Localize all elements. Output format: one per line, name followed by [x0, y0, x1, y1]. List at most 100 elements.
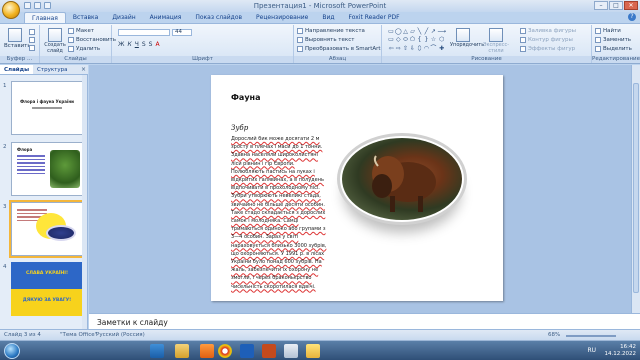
office-button[interactable] [2, 1, 20, 19]
slide-thumbnail-3[interactable] [9, 200, 85, 258]
tab-outline-pane[interactable]: Структура [33, 65, 71, 74]
bison-silhouette [372, 155, 436, 212]
maximize-button[interactable]: □ [609, 1, 623, 10]
close-button[interactable]: ✕ [624, 1, 638, 10]
ribbon-tabs: Главная Вставка Дизайн Анимация Показ сл… [24, 12, 407, 23]
delete-icon [68, 46, 74, 52]
delete-button[interactable]: Удалить [68, 46, 100, 52]
zoom-slider[interactable] [566, 335, 616, 337]
shape-fill-button[interactable]: Заливка фигуры [520, 28, 576, 34]
start-button[interactable] [4, 343, 20, 359]
shape-fill-icon [520, 28, 526, 34]
bold-button[interactable]: Ж [118, 41, 124, 48]
replace-icon [595, 37, 601, 43]
underline-button[interactable]: Ч [135, 41, 139, 48]
slide-number: 2 [3, 144, 7, 150]
current-slide[interactable]: Фауна Зубр Дорослий бик може досягати 2 … [211, 75, 503, 301]
font-style-buttons: Ж К Ч S S A [118, 41, 160, 48]
language-indicator[interactable]: RU [587, 347, 596, 354]
close-pane-icon[interactable]: × [81, 66, 86, 73]
strike-button[interactable]: S [142, 41, 146, 48]
slide-number: 3 [3, 204, 7, 210]
main-scrollbar[interactable] [631, 65, 640, 313]
font-group: 44 Ж К Ч S S A Шрифт [112, 25, 294, 63]
font-color-button[interactable]: A [155, 41, 159, 48]
slide-number: 4 [3, 264, 7, 270]
minimize-button[interactable]: – [594, 1, 608, 10]
media-player-icon[interactable] [200, 344, 214, 358]
tab-animation[interactable]: Анимация [143, 12, 189, 23]
new-slide-icon [48, 28, 62, 42]
find-button[interactable]: Найти [595, 28, 621, 34]
tab-design[interactable]: Дизайн [105, 12, 142, 23]
italic-button[interactable]: К [127, 41, 131, 48]
notes-pane[interactable]: Заметки к слайду [89, 313, 640, 329]
slide-thumbnail-1[interactable]: Флора і фауна України [11, 81, 83, 135]
tab-view[interactable]: Вид [315, 12, 341, 23]
tree-image [50, 150, 80, 188]
quick-styles-button[interactable]: Экспресс-стили [478, 28, 514, 54]
powerpoint-icon[interactable] [262, 344, 276, 358]
subtitle-line [32, 107, 62, 109]
tab-review[interactable]: Рецензирование [249, 12, 315, 23]
align-text-button[interactable]: Выровнять текст [297, 37, 354, 43]
tab-foxit[interactable]: Foxit Reader PDF [342, 12, 407, 23]
shape-outline-icon [520, 37, 526, 43]
shapes-gallery[interactable]: ▭ ◯ △ ▱ ╲ ╱ ↗ ⟶ ▭ ◇ ⬭ ⬠{} ☆ ⬡ ⇦ ⇨ ⇧ ⇩ ⬯ ◠ ⌒ ✚ [388, 28, 446, 53]
arrange-button[interactable]: Упорядочить [450, 28, 484, 48]
tab-slideshow[interactable]: Показ слайдов [188, 12, 249, 23]
slide-subheading[interactable]: Зубр [231, 124, 248, 132]
explorer-icon[interactable] [175, 344, 189, 358]
slides-group: Создать слайд Макет Восстановить Удалить… [40, 25, 116, 63]
select-icon [595, 46, 601, 52]
smartart-button[interactable]: Преобразовать в SmartArt [297, 46, 381, 52]
cut-icon[interactable] [29, 29, 35, 35]
language-status[interactable]: Русский (Россия) [96, 332, 145, 338]
ie-icon[interactable] [150, 344, 164, 358]
shape-effects-button[interactable]: Эффекты фигур [520, 46, 575, 52]
slide-editor: Фауна Зубр Дорослий бик може досягати 2 … [89, 65, 631, 313]
window-controls: – □ ✕ [594, 1, 638, 10]
slide-thumbnail-4[interactable]: СЛАВА УКРАЇНІ! ДЯКУЮ ЗА УВАГУ! [11, 262, 83, 316]
shape-effects-icon [520, 46, 526, 52]
reset-icon [68, 37, 74, 43]
thumbnails-scrollbar[interactable] [82, 75, 87, 329]
clipboard-group: Вставить Буфер ... [0, 25, 40, 63]
tab-slides-pane[interactable]: Слайды [0, 65, 34, 74]
theme-name: "Тема Office" [60, 332, 98, 338]
slide-thumbnail-2[interactable]: Флора [11, 142, 83, 196]
shape-outline-button[interactable]: Контур фигуры [520, 37, 573, 43]
text-direction-button[interactable]: Направление текста [297, 28, 365, 34]
system-clock[interactable]: 16:42 14.12.2022 [605, 344, 637, 357]
font-size-field[interactable]: 44 [172, 29, 192, 36]
paint-icon[interactable] [284, 344, 298, 358]
tab-insert[interactable]: Вставка [66, 12, 105, 23]
quick-styles-icon [489, 28, 503, 42]
tab-home[interactable]: Главная [24, 12, 66, 23]
align-text-icon [297, 37, 303, 43]
paste-button[interactable]: Вставить [4, 28, 31, 49]
bison-image-frame[interactable] [337, 133, 467, 225]
smartart-icon [297, 46, 303, 52]
copy-icon[interactable] [29, 37, 35, 43]
replace-button[interactable]: Заменить [595, 37, 631, 43]
word-icon[interactable] [240, 344, 254, 358]
font-name-field[interactable] [118, 29, 170, 36]
reset-button[interactable]: Восстановить [68, 37, 116, 43]
new-slide-button[interactable]: Создать слайд [43, 28, 67, 54]
text-direction-icon [297, 28, 303, 34]
layout-button[interactable]: Макет [68, 28, 94, 34]
help-icon[interactable]: ? [628, 13, 636, 21]
select-button[interactable]: Выделить [595, 46, 632, 52]
shadow-button[interactable]: S [149, 41, 153, 48]
scroll-thumb[interactable] [633, 83, 639, 293]
zoom-level[interactable]: 68% [548, 332, 560, 338]
chrome-icon[interactable] [218, 344, 232, 358]
ribbon: Вставить Буфер ... Создать слайд Макет В… [0, 23, 640, 64]
drawing-group: ▭ ◯ △ ▱ ╲ ╱ ↗ ⟶ ▭ ◇ ⬭ ⬠{} ☆ ⬡ ⇦ ⇨ ⇧ ⇩ ⬯ ◠ ⌒ ✚ Упорядочить Э… [382, 25, 592, 63]
text-lines [17, 155, 45, 174]
folder-icon[interactable] [306, 344, 320, 358]
format-painter-icon[interactable] [29, 45, 35, 51]
slide-heading[interactable]: Фауна [231, 93, 260, 102]
slide-body-text[interactable]: Дорослий бик може досягати 2 м зросту в … [231, 135, 328, 291]
